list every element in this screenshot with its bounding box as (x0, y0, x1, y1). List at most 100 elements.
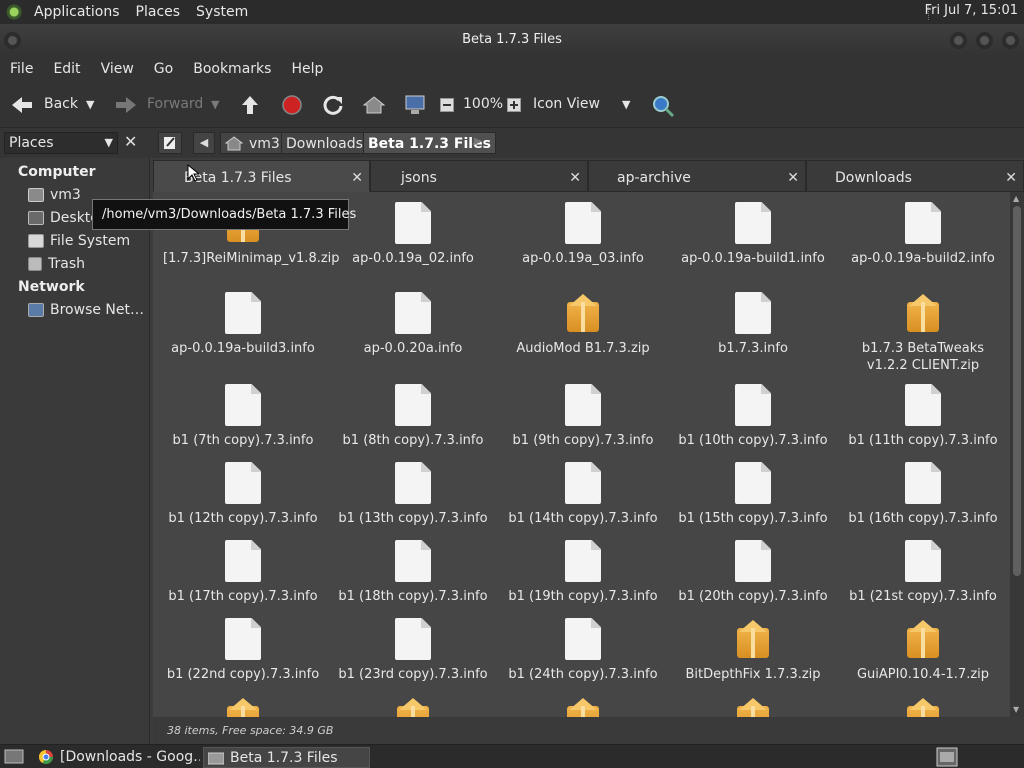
menu-go[interactable]: Go (144, 61, 183, 77)
menu-bookmarks[interactable]: Bookmarks (183, 61, 281, 77)
crumb-vm3[interactable]: vm3 (220, 132, 285, 154)
clock[interactable]: Fri Jul 7, 15:01 (925, 3, 1018, 18)
show-desktop-icon[interactable] (4, 748, 24, 765)
sidebar-places-select[interactable]: Places ▼ (4, 132, 118, 154)
minimize-icon[interactable] (950, 32, 967, 49)
document-icon (395, 540, 431, 582)
close-tab-icon[interactable]: ✕ (1005, 161, 1017, 195)
file-item[interactable]: b1 (22nd copy).7.3.info (163, 618, 323, 683)
file-name: b1 (10th copy).7.3.info (678, 433, 828, 448)
close-tab-icon[interactable]: ✕ (569, 161, 581, 195)
menu-help[interactable]: Help (281, 61, 333, 77)
file-item[interactable] (503, 696, 663, 717)
file-item[interactable] (843, 696, 1003, 717)
zoom-in-icon[interactable] (507, 98, 521, 112)
file-item[interactable]: b1 (10th copy).7.3.info (673, 384, 833, 449)
task-browser[interactable]: [Downloads - Goog… (34, 747, 200, 768)
file-item[interactable] (333, 696, 493, 717)
file-item[interactable]: b1 (13th copy).7.3.info (333, 462, 493, 527)
vertical-scrollbar[interactable]: ▲ ▼ (1010, 192, 1024, 717)
close-window-icon[interactable] (1002, 32, 1019, 49)
zoom-level[interactable]: 100% (463, 96, 503, 112)
file-item[interactable]: b1 (23rd copy).7.3.info (333, 618, 493, 683)
file-item[interactable]: b1 (16th copy).7.3.info (843, 462, 1003, 527)
up-arrow-icon[interactable] (240, 94, 260, 116)
file-item[interactable]: b1 (24th copy).7.3.info (503, 618, 663, 683)
scroll-down-icon[interactable]: ▼ (1013, 705, 1019, 714)
places-menu[interactable]: Places (130, 4, 187, 20)
file-name: ap-0.0.19a-build3.info (171, 341, 315, 356)
edit-location-button[interactable] (158, 132, 182, 154)
stop-icon[interactable] (282, 95, 302, 115)
workspace-switcher-icon[interactable] (936, 747, 958, 767)
file-item[interactable]: b1.7.3.info (673, 292, 833, 357)
file-item[interactable]: b1 (19th copy).7.3.info (503, 540, 663, 605)
view-mode-dropdown-icon[interactable]: ▼ (622, 98, 630, 111)
file-item[interactable]: AudioMod B1.7.3.zip (503, 292, 663, 357)
system-menu[interactable]: System (190, 4, 254, 20)
task-file-manager[interactable]: Beta 1.7.3 Files (203, 747, 370, 768)
file-item[interactable]: ap-0.0.19a-build3.info (163, 292, 323, 357)
crumb-downloads[interactable]: Downloads (281, 132, 368, 154)
file-item[interactable]: b1 (9th copy).7.3.info (503, 384, 663, 449)
zoom-out-icon[interactable] (440, 98, 454, 112)
tab-downloads[interactable]: Downloads ✕ (806, 160, 1024, 192)
file-item[interactable]: b1 (14th copy).7.3.info (503, 462, 663, 527)
file-item[interactable]: ap-0.0.19a_02.info (333, 202, 493, 267)
applications-menu[interactable]: Applications (28, 4, 126, 20)
tab-beta-files[interactable]: Beta 1.7.3 Files ✕ (153, 160, 370, 192)
document-icon (225, 618, 261, 660)
scroll-up-icon[interactable]: ▲ (1013, 194, 1019, 203)
search-icon[interactable] (651, 94, 675, 118)
file-item[interactable]: GuiAPI0.10.4-1.7.zip (843, 618, 1003, 683)
file-item[interactable]: b1 (20th copy).7.3.info (673, 540, 833, 605)
file-item[interactable]: b1 (8th copy).7.3.info (333, 384, 493, 449)
window-titlebar[interactable]: Beta 1.7.3 Files (0, 24, 1024, 56)
file-item[interactable]: b1 (21st copy).7.3.info (843, 540, 1003, 605)
view-mode-select[interactable]: Icon View (533, 96, 600, 112)
sidebar-item-trash[interactable]: Trash (28, 254, 85, 274)
file-item[interactable]: b1 (15th copy).7.3.info (673, 462, 833, 527)
file-item[interactable] (673, 696, 833, 717)
computer-icon[interactable] (404, 94, 426, 116)
file-item[interactable]: b1 (11th copy).7.3.info (843, 384, 1003, 449)
tab-ap-archive[interactable]: ap-archive ✕ (588, 160, 806, 192)
path-scroll-left-button[interactable]: ◀ (193, 132, 215, 154)
back-button[interactable]: Back (44, 96, 78, 112)
file-item[interactable]: b1.7.3 BetaTweaks v1.2.2 CLIENT.zip (843, 292, 1003, 374)
reload-icon[interactable] (322, 94, 344, 116)
sidebar-item-browse-network[interactable]: Browse Net… (28, 300, 144, 320)
file-item[interactable]: b1 (17th copy).7.3.info (163, 540, 323, 605)
close-tab-icon[interactable]: ✕ (787, 161, 799, 195)
window-menu-icon[interactable] (4, 32, 21, 49)
menu-file[interactable]: File (0, 61, 43, 77)
back-dropdown-icon[interactable]: ▼ (86, 98, 94, 111)
forward-dropdown-icon: ▼ (211, 98, 220, 111)
menu-view[interactable]: View (91, 61, 144, 77)
back-arrow-icon[interactable] (10, 95, 34, 115)
file-item[interactable]: ap-0.0.19a-build2.info (843, 202, 1003, 267)
file-item[interactable]: ap-0.0.19a-build1.info (673, 202, 833, 267)
sidebar-item-vm3[interactable]: vm3 (28, 185, 81, 205)
file-item[interactable] (163, 696, 323, 717)
file-item[interactable]: b1 (18th copy).7.3.info (333, 540, 493, 605)
home-icon[interactable] (363, 96, 385, 114)
file-icon-view[interactable]: [1.7.3]ReiMinimap_v1.8.zip ap-0.0.19a_02.… (153, 192, 1010, 717)
file-item[interactable]: ap-0.0.20a.info (333, 292, 493, 357)
top-panel: Applications Places System Fri Jul 7, 15… (0, 0, 1024, 24)
file-item[interactable]: ap-0.0.19a_03.info (503, 202, 663, 267)
file-item[interactable]: b1 (7th copy).7.3.info (163, 384, 323, 449)
chrome-icon (39, 750, 53, 764)
file-item[interactable]: b1 (12th copy).7.3.info (163, 462, 323, 527)
document-icon (905, 462, 941, 504)
sidebar-item-filesystem[interactable]: File System (28, 231, 130, 251)
scrollbar-thumb[interactable] (1013, 206, 1021, 576)
path-scroll-right-icon[interactable]: ▶ (474, 136, 482, 147)
menu-edit[interactable]: Edit (43, 61, 90, 77)
maximize-icon[interactable] (976, 32, 993, 49)
close-tab-icon[interactable]: ✕ (351, 161, 363, 195)
file-item[interactable]: BitDepthFix 1.7.3.zip (673, 618, 833, 683)
distro-logo-icon[interactable] (6, 3, 24, 21)
close-sidebar-icon[interactable]: ✕ (124, 132, 137, 151)
tab-jsons[interactable]: jsons ✕ (370, 160, 588, 192)
